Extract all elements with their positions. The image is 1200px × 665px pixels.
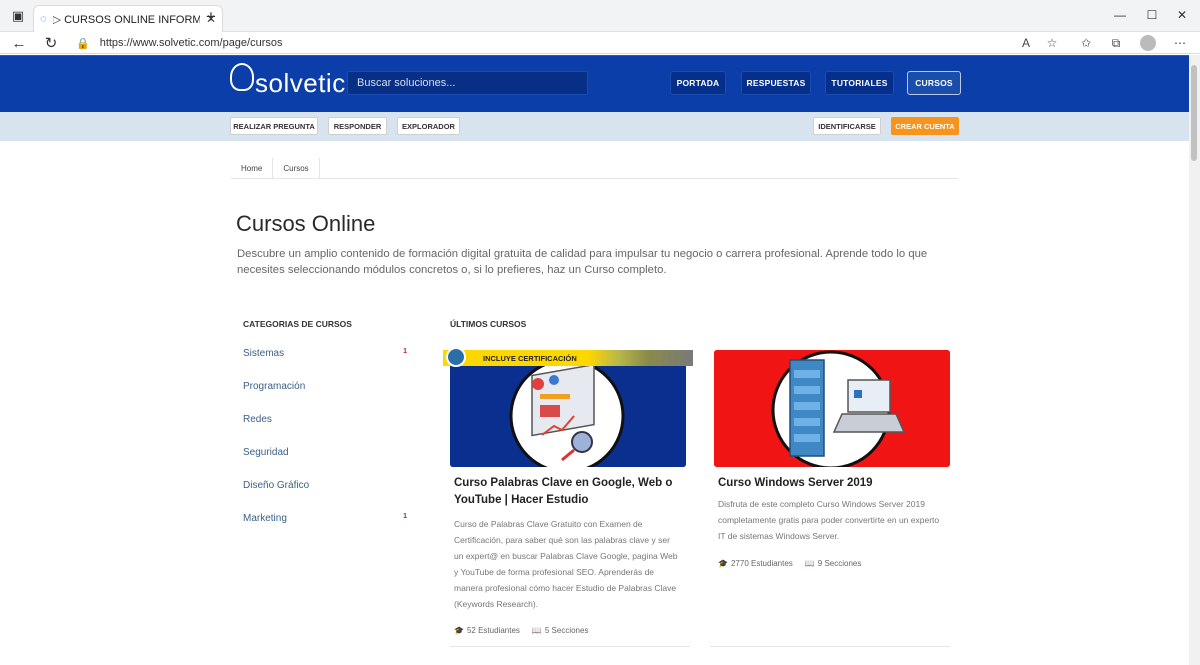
course-meta: 🎓 52 Estudiantes 📖 5 Secciones	[450, 626, 686, 635]
sections-count: 5 Secciones	[544, 626, 589, 635]
nav-cursos-button[interactable]: CURSOS	[907, 71, 961, 95]
page-description: Descubre un amplio contenido de formació…	[237, 248, 928, 276]
lightbulb-logo-icon	[230, 63, 254, 91]
book-icon: 📖	[531, 626, 542, 635]
reload-icon[interactable]: ↻	[40, 33, 62, 53]
search-input[interactable]: Buscar soluciones...	[347, 71, 588, 95]
category-sistemas[interactable]: Sistemas 1	[243, 348, 407, 362]
browser-tab-bar: ▣ ◌ ▷ CURSOS ONLINE INFORMATICA ✕ + — ☐ …	[0, 0, 1200, 32]
scrollbar-thumb[interactable]	[1191, 65, 1197, 161]
category-label: Diseño Gráfico	[243, 480, 310, 491]
students-meta: 🎓 2770 Estudiantes	[718, 559, 793, 568]
nav-portada-button[interactable]: PORTADA	[670, 71, 726, 95]
graduation-cap-icon: 🎓	[718, 559, 728, 568]
card-divider	[450, 646, 690, 647]
page-title: Cursos Online	[236, 211, 376, 236]
search-placeholder: Buscar soluciones...	[357, 77, 456, 89]
students-meta: 🎓 52 Estudiantes	[454, 626, 520, 635]
category-label: Redes	[243, 414, 272, 425]
latest-courses-heading: ÚLTIMOS CURSOS	[450, 319, 527, 329]
logo-text: solvetic	[255, 67, 346, 98]
address-bar: ← ↻ 🔒 https://www.solvetic.com/page/curs…	[0, 32, 1200, 54]
collections-icon[interactable]: ⧉	[1106, 33, 1126, 53]
ask-question-button[interactable]: REALIZAR PREGUNTA	[230, 117, 318, 135]
breadcrumb-cursos[interactable]: Cursos	[273, 158, 320, 179]
sections-count: 9 Secciones	[817, 559, 862, 568]
category-label: Seguridad	[243, 447, 289, 458]
book-icon: 📖	[804, 559, 815, 568]
close-window-icon[interactable]: ✕	[1162, 4, 1200, 26]
tab-title: ▷ CURSOS ONLINE INFORMATICA	[52, 13, 200, 26]
graduation-cap-icon: 🎓	[454, 626, 464, 635]
add-favorite-icon[interactable]: ☆	[1042, 33, 1062, 53]
browser-tab[interactable]: ◌ ▷ CURSOS ONLINE INFORMATICA ✕	[33, 5, 223, 32]
sidebar-toggle-icon[interactable]: ▣	[6, 4, 30, 28]
back-icon[interactable]: ←	[8, 33, 30, 53]
signup-button[interactable]: CREAR CUENTA	[891, 117, 959, 135]
favorites-icon[interactable]: ✩	[1076, 33, 1096, 53]
nav-tutoriales-button[interactable]: TUTORIALES	[825, 71, 894, 95]
course-card[interactable]: Curso Windows Server 2019 Disfruta de es…	[714, 350, 950, 568]
students-count: 2770 Estudiantes	[730, 559, 793, 568]
course-meta: 🎓 2770 Estudiantes 📖 9 Secciones	[714, 559, 950, 568]
category-label: Marketing	[243, 513, 287, 524]
card-divider	[710, 646, 950, 647]
sections-meta: 📖 5 Secciones	[532, 626, 589, 635]
windows-server-illustration-icon	[714, 350, 950, 467]
breadcrumb: Home Cursos	[231, 158, 958, 179]
certification-medal-icon	[446, 347, 466, 367]
certification-ribbon: INCLUYE CERTIFICACIÓN	[443, 347, 693, 367]
category-redes[interactable]: Redes	[243, 414, 407, 428]
category-count: 1	[403, 513, 407, 520]
tab-favicon-icon: ◌	[40, 13, 47, 25]
course-description: Disfruta de este completo Curso Windows …	[718, 499, 940, 541]
url-field[interactable]: 🔒 https://www.solvetic.com/page/cursos	[76, 32, 1076, 54]
certification-badge: INCLUYE CERTIFICACIÓN	[483, 354, 577, 363]
course-image[interactable]	[714, 350, 950, 467]
url-text: https://www.solvetic.com/page/cursos	[99, 37, 283, 49]
categories-heading: CATEGORIAS DE CURSOS	[243, 319, 352, 329]
category-label: Programación	[243, 381, 306, 392]
nav-respuestas-button[interactable]: RESPUESTAS	[741, 71, 811, 95]
keywords-illustration-icon	[450, 350, 686, 467]
avatar	[1140, 35, 1156, 51]
more-menu-icon[interactable]: ⋯	[1170, 33, 1190, 53]
course-image[interactable]: INCLUYE CERTIFICACIÓN	[443, 347, 693, 467]
students-count: 52 Estudiantes	[466, 626, 520, 635]
page-scrollbar[interactable]	[1189, 55, 1200, 665]
site-header: solvetic Buscar soluciones... PORTADA RE…	[0, 55, 1189, 112]
category-seguridad[interactable]: Seguridad	[243, 447, 407, 461]
answer-button[interactable]: RESPONDER	[328, 117, 387, 135]
course-card[interactable]: INCLUYE CERTIFICACIÓN Curso Palabras Cla…	[443, 347, 693, 635]
read-aloud-icon[interactable]: A	[1016, 33, 1036, 53]
category-marketing[interactable]: Marketing 1	[243, 513, 407, 527]
sections-meta: 📖 9 Secciones	[805, 559, 862, 568]
category-programacion[interactable]: Programación	[243, 381, 407, 395]
course-title[interactable]: Curso Palabras Clave en Google, Web o Yo…	[450, 475, 680, 509]
breadcrumb-home[interactable]: Home	[231, 158, 274, 179]
sub-navigation: REALIZAR PREGUNTA RESPONDER EXPLORADOR I…	[0, 112, 1189, 141]
login-button[interactable]: IDENTIFICARSE	[813, 117, 881, 135]
explorer-button[interactable]: EXPLORADOR	[397, 117, 460, 135]
profile-icon[interactable]	[1138, 33, 1158, 53]
site-logo[interactable]: solvetic	[230, 62, 346, 104]
category-label: Sistemas	[243, 348, 285, 359]
lock-icon: 🔒	[76, 37, 90, 50]
category-diseno-grafico[interactable]: Diseño Gráfico	[243, 480, 407, 494]
course-title[interactable]: Curso Windows Server 2019	[714, 475, 944, 492]
course-description: Curso de Palabras Clave Gratuito con Exa…	[454, 519, 678, 609]
category-count: 1	[403, 348, 407, 355]
new-tab-icon[interactable]: +	[200, 6, 222, 28]
